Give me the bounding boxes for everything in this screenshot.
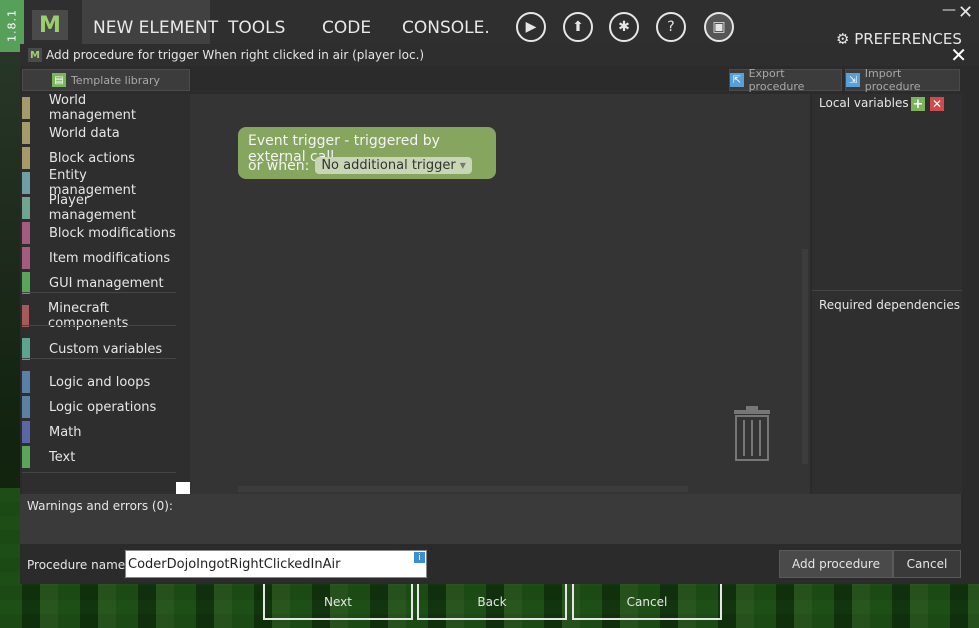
wizard-cancel-button[interactable]: Cancel [572,584,722,620]
dialog-close-icon[interactable]: ✕ [950,43,967,67]
palette-separator [22,358,176,359]
required-dependencies-label: Required dependencies [819,298,960,312]
mcreator-logo: M [32,10,68,40]
minimize-icon[interactable]: — [942,2,956,18]
palette-category[interactable]: Entity management [22,168,176,198]
trigger-dropdown[interactable]: No additional trigger ▼ [315,157,472,174]
category-label: World management [48,93,136,123]
remove-variable-icon[interactable]: ✕ [930,97,944,111]
palette-category[interactable]: World data [22,121,176,145]
category-label: Player management [48,193,136,223]
palette-category[interactable]: Logic and loops [22,370,176,394]
category-color-swatch [22,396,30,418]
category-color-swatch [22,222,30,244]
palette-category[interactable]: Item modifications [22,246,176,270]
palette-category[interactable]: Math [22,420,176,444]
import-icon: ⇲ [846,73,860,87]
category-color-swatch [22,421,30,443]
blockly-workspace[interactable]: Event trigger - triggered by external ca… [190,94,810,494]
event-trigger-row: or when: No additional trigger ▼ [248,157,472,174]
menu-console[interactable]: CONSOLE. [402,18,490,38]
add-procedure-button[interactable]: Add procedure [779,550,893,578]
palette-separator [22,325,176,326]
palette-category[interactable]: Text [22,445,176,469]
category-label: Math [49,424,82,440]
export-procedure-button[interactable]: ⇱ Export procedure [729,67,842,93]
local-variables-label: Local variables [819,96,909,110]
category-color-swatch [22,197,30,219]
palette-category[interactable]: Block modifications [22,221,176,245]
dialog-title: Add procedure for trigger When right cli… [46,48,425,62]
info-icon[interactable]: i [414,552,425,563]
category-label: Block actions [49,150,136,166]
event-trigger-block[interactable]: Event trigger - triggered by external ca… [238,127,496,179]
category-color-swatch [22,247,30,269]
dialog-bottom-bar: Procedure name: i Add procedure Cancel [20,546,961,584]
trash-icon[interactable] [732,406,772,462]
category-color-swatch [22,371,30,393]
category-label: Custom variables [49,341,163,357]
palette-category[interactable]: Player management [22,193,176,223]
warnings-label: Warnings and errors (0): [27,499,173,513]
category-color-swatch [22,147,30,169]
category-label: Text [49,449,76,465]
export-icon[interactable]: ⬆ [563,12,593,42]
or-when-label: or when: [248,157,310,174]
category-label: Item modifications [49,250,171,266]
export-procedure-label: Export procedure [748,67,805,93]
workspace-horizontal-scrollbar[interactable] [238,486,688,492]
warnings-panel: Warnings and errors (0): [20,494,961,544]
category-color-swatch [22,122,30,144]
palette-category[interactable]: Logic operations [22,395,176,419]
panel-divider [812,290,962,291]
add-variable-icon[interactable]: + [911,97,925,112]
export-icon: ⇱ [730,73,744,87]
variables-panel: Local variables + ✕ Required dependencie… [812,94,962,494]
workspace-vertical-scrollbar[interactable] [802,249,808,464]
menu-new-element[interactable]: NEW ELEMENT [93,18,218,38]
category-label: World data [49,125,120,141]
block-palette: World management World data Block actions E… [22,93,190,496]
trigger-dropdown-value: No additional trigger [321,158,456,173]
template-library-button[interactable]: ▤ Template library [22,69,190,91]
close-window-icon[interactable]: ✕ [958,2,973,23]
palette-separator [22,472,176,473]
template-library-label: Template library [70,73,161,87]
category-label: Minecraft components [48,301,129,331]
category-color-swatch [22,446,30,468]
run-client-icon[interactable]: ▶ [516,12,546,42]
palette-separator [22,292,176,293]
mcreator-small-icon: M [28,48,42,62]
category-label: Logic and loops [49,374,151,390]
category-color-swatch [22,305,30,327]
add-procedure-dialog: M Add procedure for trigger When right c… [20,43,979,584]
workspace-settings-icon[interactable]: ▣ [704,12,734,42]
procedure-name-input[interactable] [125,550,427,578]
import-procedure-button[interactable]: ⇲ Import procedure [845,67,960,93]
import-procedure-label: Import procedure [864,67,921,93]
category-label: Logic operations [49,399,157,415]
palette-category[interactable]: Block actions [22,146,176,170]
category-label: GUI management [49,275,164,291]
category-color-swatch [22,172,30,194]
cancel-button[interactable]: Cancel [893,550,961,578]
wizard-next-button[interactable]: Next [263,584,413,620]
library-icon: ▤ [51,73,66,87]
help-icon[interactable]: ? [656,12,686,42]
category-color-swatch [22,338,30,360]
dropdown-arrow-icon: ▼ [459,161,466,170]
wizard-back-button[interactable]: Back [417,584,567,620]
category-label: Block modifications [49,225,176,241]
procedure-name-label: Procedure name: [27,558,130,572]
dialog-toolbar: ▤ Template library ⇱ Export procedure ⇲ … [22,67,963,93]
category-color-swatch [22,272,30,294]
menu-tools[interactable]: TOOLS [228,18,285,38]
debug-icon[interactable]: ✱ [609,12,639,42]
category-color-swatch [22,97,30,119]
dialog-title-bar: M Add procedure for trigger When right c… [20,44,979,66]
palette-category[interactable]: World management [22,93,176,123]
menu-code[interactable]: CODE [322,18,371,38]
